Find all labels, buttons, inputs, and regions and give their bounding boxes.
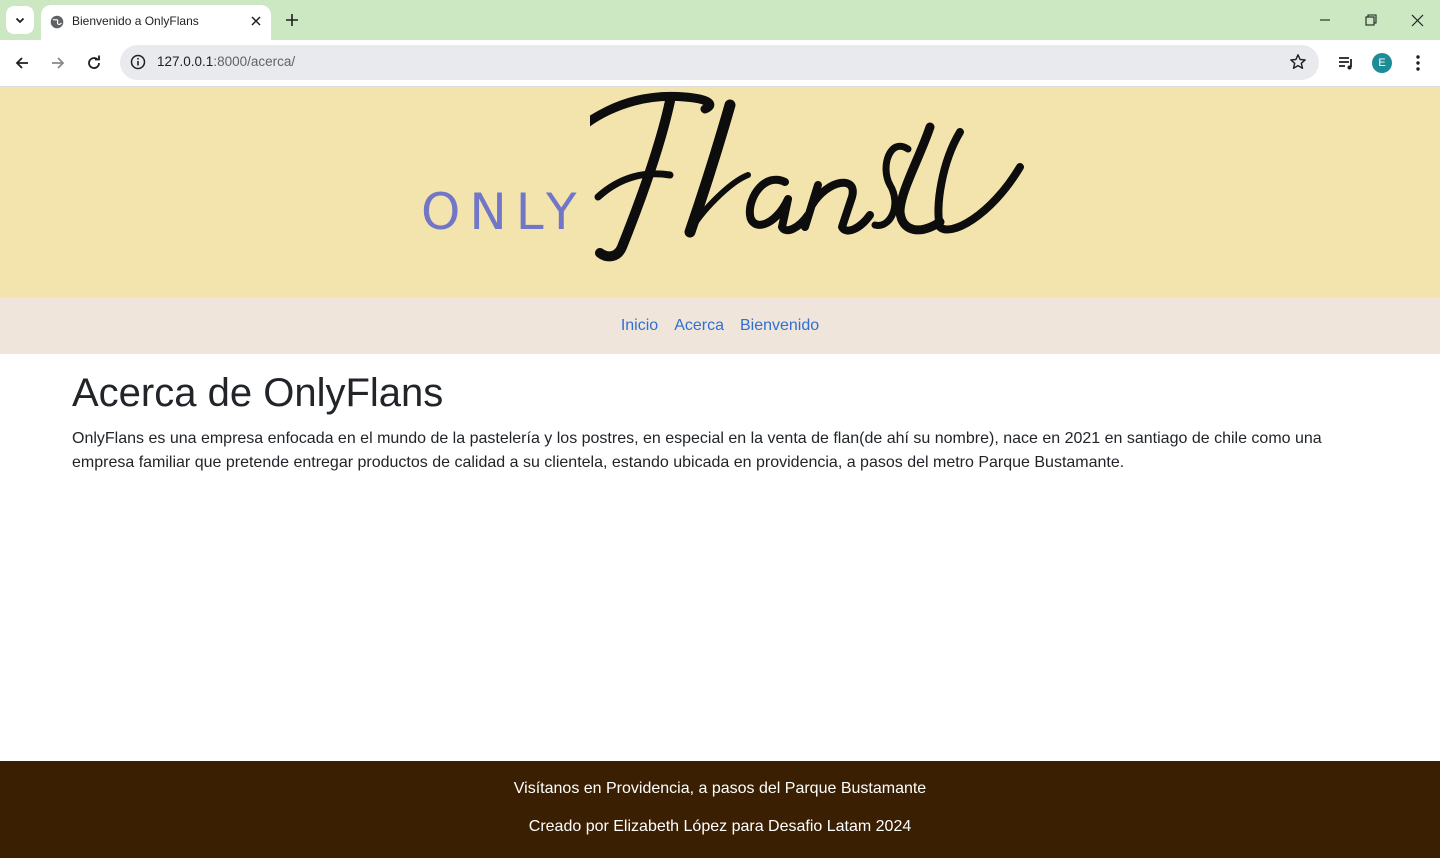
- close-icon: [1411, 14, 1423, 26]
- profile-avatar[interactable]: E: [1372, 53, 1392, 73]
- media-controls-button[interactable]: [1335, 52, 1357, 74]
- nav-link-acerca[interactable]: Acerca: [674, 317, 724, 335]
- reload-icon: [88, 55, 100, 69]
- site-info-button[interactable]: [128, 52, 148, 72]
- back-button[interactable]: [8, 49, 36, 77]
- hero-banner: ONLY: [0, 87, 1440, 298]
- page-footer: Visítanos en Providencia, a pasos del Pa…: [0, 761, 1440, 858]
- page-title: Acerca de OnlyFlans: [72, 371, 444, 415]
- logo-flans-script: [590, 91, 1024, 262]
- restore-button[interactable]: [1348, 0, 1394, 40]
- restore-icon: [1365, 14, 1377, 26]
- playlist-icon: [1339, 57, 1352, 70]
- browser-menu-button[interactable]: [1407, 52, 1429, 74]
- tab-search-button[interactable]: [6, 6, 34, 34]
- footer-location-text: Visítanos en Providencia, a pasos del Pa…: [513, 780, 927, 797]
- arrow-right-icon: [52, 57, 65, 69]
- nav-link-bienvenido[interactable]: Bienvenido: [740, 317, 819, 335]
- chevron-down-icon: [15, 17, 25, 24]
- minimize-button[interactable]: [1302, 0, 1348, 40]
- close-icon: [251, 16, 261, 26]
- tab-title: Bienvenido a OnlyFlans: [72, 14, 199, 28]
- about-paragraph: OnlyFlans es una empresa enfocada en el …: [72, 430, 1322, 471]
- arrow-left-icon: [15, 57, 28, 69]
- window-close-button[interactable]: [1394, 0, 1440, 40]
- browser-toolbar: 127.0.0.1:8000/acerca/ E: [0, 40, 1440, 87]
- footer-credit-text: Creado por Elizabeth López para Desafio …: [528, 818, 912, 835]
- browser-tab[interactable]: Bienvenido a OnlyFlans: [41, 5, 271, 40]
- browser-tabstrip: Bienvenido a OnlyFlans: [0, 0, 1440, 40]
- minimize-icon: [1320, 19, 1330, 21]
- nav-link-inicio[interactable]: Inicio: [621, 317, 658, 335]
- reload-button[interactable]: [80, 49, 108, 77]
- tab-close-button[interactable]: [248, 13, 264, 29]
- url-text: 127.0.0.1:8000/acerca/: [157, 54, 295, 69]
- globe-icon: [50, 15, 64, 29]
- new-tab-button[interactable]: [281, 9, 303, 31]
- bookmark-star-icon[interactable]: [1289, 53, 1307, 71]
- main-navbar: Inicio Acerca Bienvenido: [0, 298, 1440, 354]
- url-host: 127.0.0.1: [157, 54, 214, 69]
- address-bar[interactable]: 127.0.0.1:8000/acerca/: [120, 45, 1319, 80]
- more-vertical-icon: [1416, 55, 1420, 71]
- url-path: :8000/acerca/: [213, 54, 296, 69]
- forward-button[interactable]: [44, 49, 72, 77]
- plus-icon: [286, 14, 298, 26]
- logo-only-text: ONLY: [421, 183, 586, 241]
- info-icon: [130, 54, 146, 70]
